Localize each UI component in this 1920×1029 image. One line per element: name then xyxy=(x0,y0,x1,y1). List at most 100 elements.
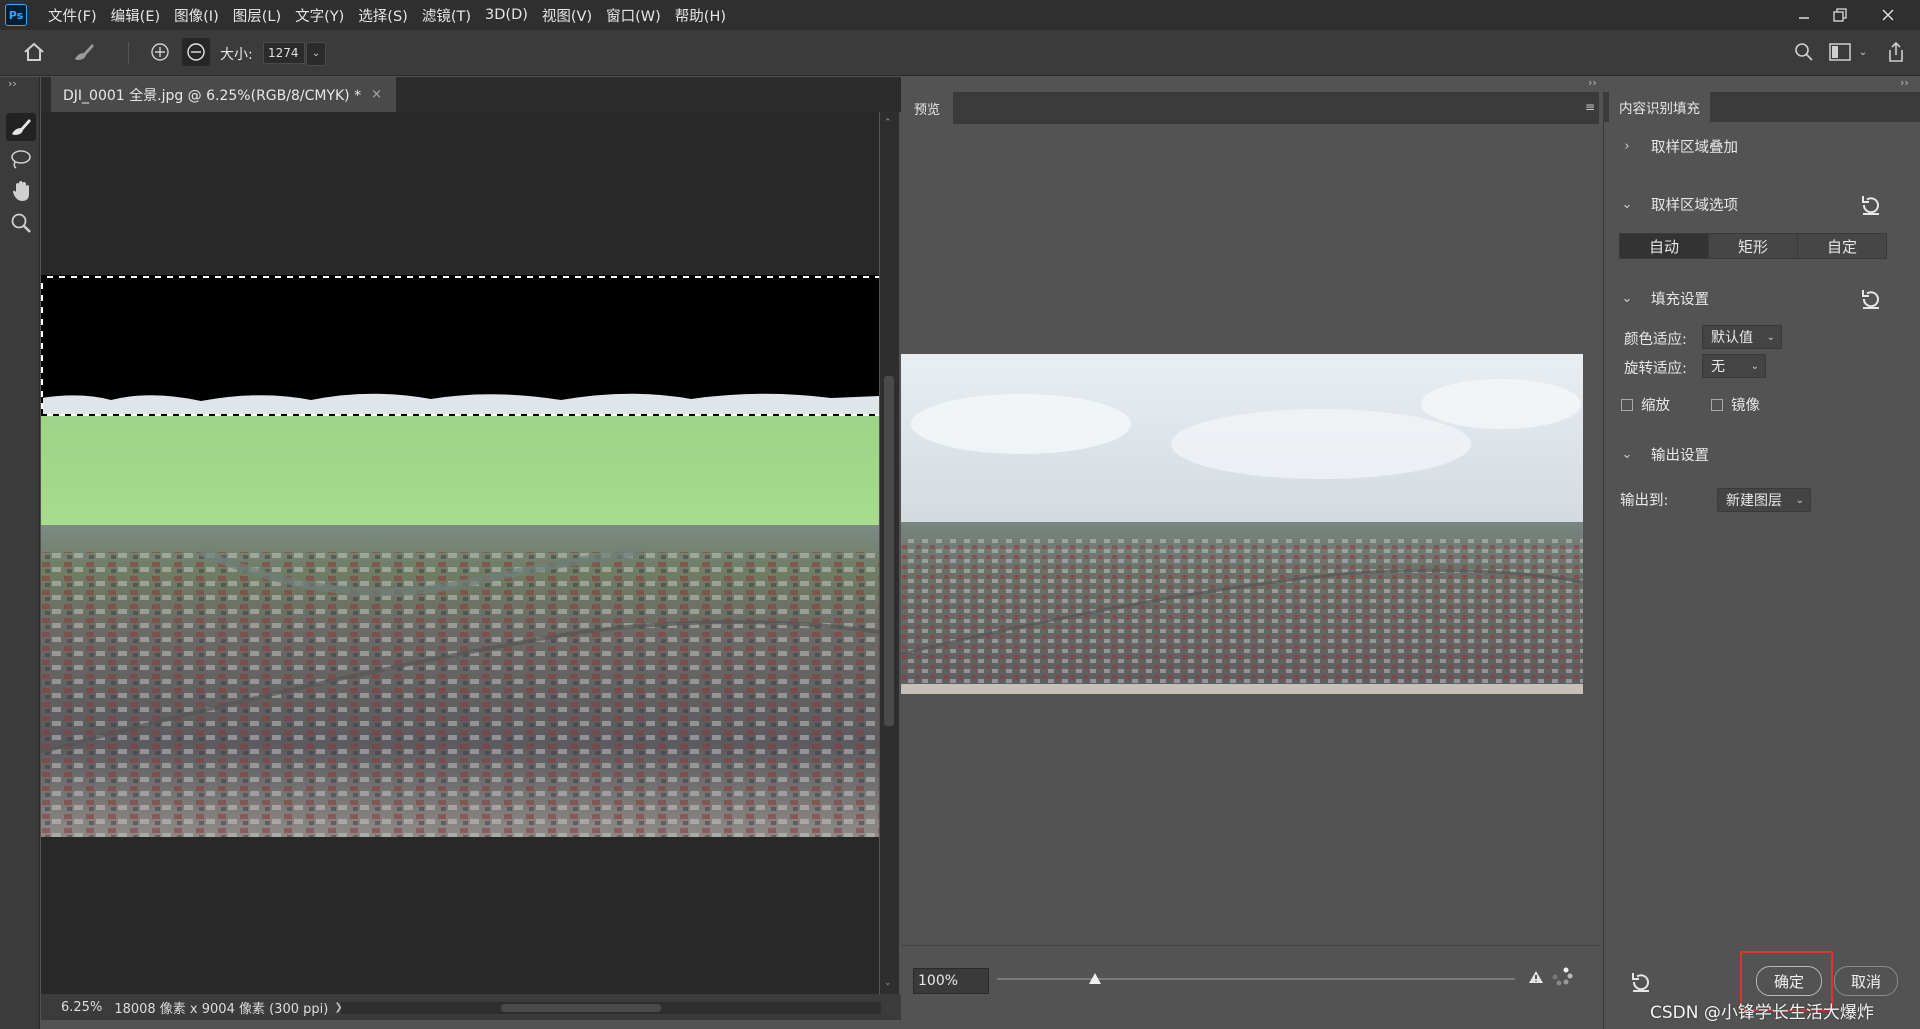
menu-filter[interactable]: 滤镜(T) xyxy=(415,5,478,26)
chevron-right-icon: › xyxy=(1624,139,1630,154)
chevron-down-icon: ⌄ xyxy=(1621,197,1633,212)
collapse-arrows-icon[interactable]: ›› xyxy=(1588,76,1597,89)
size-dropdown-chevron-icon[interactable]: ⌄ xyxy=(306,42,326,66)
horizontal-scrollbar[interactable] xyxy=(341,1002,881,1014)
color-adaptation-dropdown[interactable]: 默认值 ⌄ xyxy=(1702,325,1782,349)
document-tab-title: DJI_0001 全景.jpg @ 6.25%(RGB/8/CMYK) * xyxy=(63,87,362,104)
output-to-dropdown[interactable]: 新建图层 ⌄ xyxy=(1717,488,1811,512)
chevron-down-icon: ⌄ xyxy=(1621,447,1633,462)
menu-window[interactable]: 窗口(W) xyxy=(599,5,668,26)
preview-tab[interactable]: 预览 xyxy=(901,92,953,124)
watermark: CSDN @小锋学长生活大爆炸 xyxy=(1650,1003,1874,1023)
status-document-size: 18008 像素 x 9004 像素 (300 ppi) xyxy=(114,1001,329,1017)
zoom-slider-thumb[interactable] xyxy=(1089,973,1102,984)
mirror-label: 镜像 xyxy=(1731,398,1760,414)
mirror-checkbox[interactable] xyxy=(1711,399,1723,411)
scroll-down-icon[interactable]: ⌄ xyxy=(884,978,892,988)
preview-image xyxy=(901,354,1583,694)
workspace-chevron-icon[interactable]: ⌄ xyxy=(1856,38,1870,66)
zoom-slider[interactable] xyxy=(997,978,1515,980)
preview-area[interactable] xyxy=(901,124,1599,934)
menu-file[interactable]: 文件(F) xyxy=(41,5,104,26)
chevron-down-icon: ⌄ xyxy=(1621,291,1633,306)
close-tab-icon[interactable]: × xyxy=(371,87,382,102)
rotation-adaptation-label: 旋转适应: xyxy=(1624,361,1687,377)
workspace-icon[interactable] xyxy=(1826,38,1854,66)
output-settings-label: 输出设置 xyxy=(1651,448,1709,464)
menu-view[interactable]: 视图(V) xyxy=(535,5,599,26)
search-icon[interactable] xyxy=(1790,38,1818,66)
document-canvas[interactable] xyxy=(41,112,879,994)
scroll-up-icon[interactable]: ⌃ xyxy=(884,118,892,128)
brush-tool-icon[interactable] xyxy=(6,113,36,141)
chevron-down-icon: ⌄ xyxy=(1795,495,1804,506)
document-status-bar: 6.25% 18008 像素 x 9004 像素 (300 ppi) ❯ xyxy=(41,994,901,1020)
progress-spinner-icon xyxy=(1551,966,1573,992)
document-vertical-scrollbar[interactable]: ⌃ ⌄ xyxy=(880,112,899,994)
scale-checkbox[interactable] xyxy=(1621,399,1633,411)
sampling-auto-button[interactable]: 自动 xyxy=(1620,234,1709,258)
output-to-value: 新建图层 xyxy=(1726,493,1782,509)
preview-zoom-bar: 100% xyxy=(901,945,1599,1005)
color-adaptation-value: 默认值 xyxy=(1711,330,1753,346)
sampling-options-section[interactable]: ⌄ 取样区域选项 xyxy=(1619,194,1738,215)
divider xyxy=(128,42,129,64)
minimize-button[interactable] xyxy=(1786,0,1822,30)
document-tab-bar: DJI_0001 全景.jpg @ 6.25%(RGB/8/CMYK) * × xyxy=(41,77,901,112)
menu-3d[interactable]: 3D(D) xyxy=(478,7,535,23)
panel-menu-icon[interactable]: ≡ xyxy=(1585,100,1595,114)
brush-preset-icon[interactable] xyxy=(70,38,98,66)
reset-fill-settings-icon[interactable] xyxy=(1860,288,1882,310)
sampling-custom-button[interactable]: 自定 xyxy=(1798,234,1886,258)
menu-edit[interactable]: 编辑(E) xyxy=(104,5,167,26)
menu-image[interactable]: 图像(I) xyxy=(167,5,226,26)
fill-settings-label: 填充设置 xyxy=(1651,292,1709,308)
vertical-scroll-thumb[interactable] xyxy=(884,376,894,726)
document-tab[interactable]: DJI_0001 全景.jpg @ 6.25%(RGB/8/CMYK) * × xyxy=(51,77,396,112)
close-window-button[interactable] xyxy=(1870,0,1906,30)
zoom-input[interactable]: 100% xyxy=(913,968,989,994)
menu-select[interactable]: 选择(S) xyxy=(351,5,415,26)
size-label: 大小: xyxy=(220,47,253,63)
collapse-arrows-icon[interactable]: ›› xyxy=(1900,76,1909,89)
menu-help[interactable]: 帮助(H) xyxy=(668,5,733,26)
menu-type[interactable]: 文字(Y) xyxy=(288,5,351,26)
reset-all-icon[interactable] xyxy=(1630,971,1654,995)
panel-tab-bar: 内容识别填充 xyxy=(1603,92,1920,122)
sampling-overlay-label: 取样区域叠加 xyxy=(1651,140,1738,156)
sampling-rectangle-button[interactable]: 矩形 xyxy=(1709,234,1798,258)
rotation-adaptation-dropdown[interactable]: 无 ⌄ xyxy=(1702,354,1766,378)
tools-panel: ›› xyxy=(0,77,40,1029)
menu-layer[interactable]: 图层(L) xyxy=(226,5,288,26)
sampling-options-label: 取样区域选项 xyxy=(1651,198,1738,214)
reset-sampling-icon[interactable] xyxy=(1860,194,1882,216)
subtract-from-selection-icon[interactable] xyxy=(182,38,210,66)
panorama-image xyxy=(41,275,879,837)
options-bar: 大小: 1274 ⌄ ⌄ xyxy=(0,30,1920,76)
content-aware-fill-tab[interactable]: 内容识别填充 xyxy=(1609,92,1710,122)
horizontal-scroll-thumb[interactable] xyxy=(501,1004,661,1012)
zoom-tool-icon[interactable] xyxy=(6,209,36,237)
photoshop-logo: Ps xyxy=(5,4,27,26)
chevron-down-icon: ⌄ xyxy=(1766,332,1775,343)
home-icon[interactable] xyxy=(20,38,48,66)
warning-icon xyxy=(1528,970,1544,988)
size-input[interactable]: 1274 xyxy=(263,42,305,64)
fill-settings-section[interactable]: ⌄ 填充设置 xyxy=(1619,288,1709,309)
collapse-arrows-icon[interactable]: ›› xyxy=(8,77,17,90)
scale-label: 缩放 xyxy=(1641,398,1670,414)
rotation-adaptation-value: 无 xyxy=(1711,359,1725,375)
add-to-selection-icon[interactable] xyxy=(146,38,174,66)
output-settings-section[interactable]: ⌄ 输出设置 xyxy=(1619,444,1709,465)
sampling-area-segmented-control: 自动 矩形 自定 xyxy=(1619,233,1887,259)
menu-bar: Ps 文件(F) 编辑(E) 图像(I) 图层(L) 文字(Y) 选择(S) 滤… xyxy=(0,0,1920,30)
hand-tool-icon[interactable] xyxy=(6,177,36,205)
restore-button[interactable] xyxy=(1822,0,1858,30)
lasso-tool-icon[interactable] xyxy=(6,145,36,173)
color-adaptation-label: 颜色适应: xyxy=(1624,332,1687,348)
preview-tab-bar: 预览 ≡ xyxy=(901,92,1599,124)
status-zoom: 6.25% xyxy=(61,999,103,1015)
share-icon[interactable] xyxy=(1882,38,1910,66)
cancel-button[interactable]: 取消 xyxy=(1834,966,1898,996)
sampling-overlay-section[interactable]: › 取样区域叠加 xyxy=(1619,136,1738,157)
